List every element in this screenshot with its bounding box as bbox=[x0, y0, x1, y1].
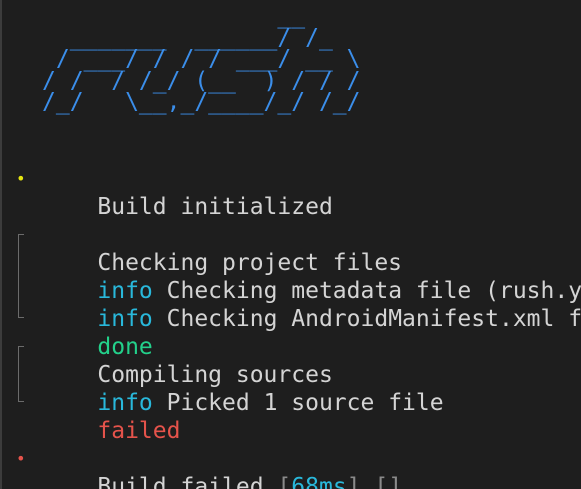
group-status: failed bbox=[42, 389, 180, 444]
build-start-line: Build initialized bbox=[42, 165, 332, 220]
terminal-window[interactable]: __ _______ ______/ /_ / ___/ / / / ___/ … bbox=[0, 0, 581, 489]
log-message: Picked 1 source file bbox=[166, 390, 444, 416]
log-line: info Checking metadata file (rush.yml) bbox=[42, 249, 581, 304]
build-end-bullet: • bbox=[16, 449, 26, 468]
log-line: info Checking AndroidManifest.xml file bbox=[42, 277, 581, 332]
group-bracket bbox=[18, 234, 24, 318]
group-status: done bbox=[42, 305, 152, 360]
build-end-line: Build failed [68ms] [] bbox=[42, 445, 402, 489]
log-line: info Picked 1 source file bbox=[42, 361, 443, 416]
log-message: Checking AndroidManifest.xml file bbox=[166, 306, 581, 332]
group-title: Compiling sources bbox=[97, 362, 333, 388]
build-start-text: Build initialized bbox=[97, 194, 333, 220]
build-duration: 68ms bbox=[291, 474, 347, 489]
build-start-bullet: • bbox=[16, 169, 26, 188]
empty-brackets: [] bbox=[374, 474, 403, 489]
status-failed: failed bbox=[97, 418, 181, 444]
rush-ascii-logo: __ _______ ______/ /_ / ___/ / / / ___/ … bbox=[42, 3, 361, 115]
group-title: Checking project files bbox=[97, 250, 403, 276]
group-bracket bbox=[18, 346, 24, 402]
build-end-text: Build failed bbox=[97, 474, 264, 489]
